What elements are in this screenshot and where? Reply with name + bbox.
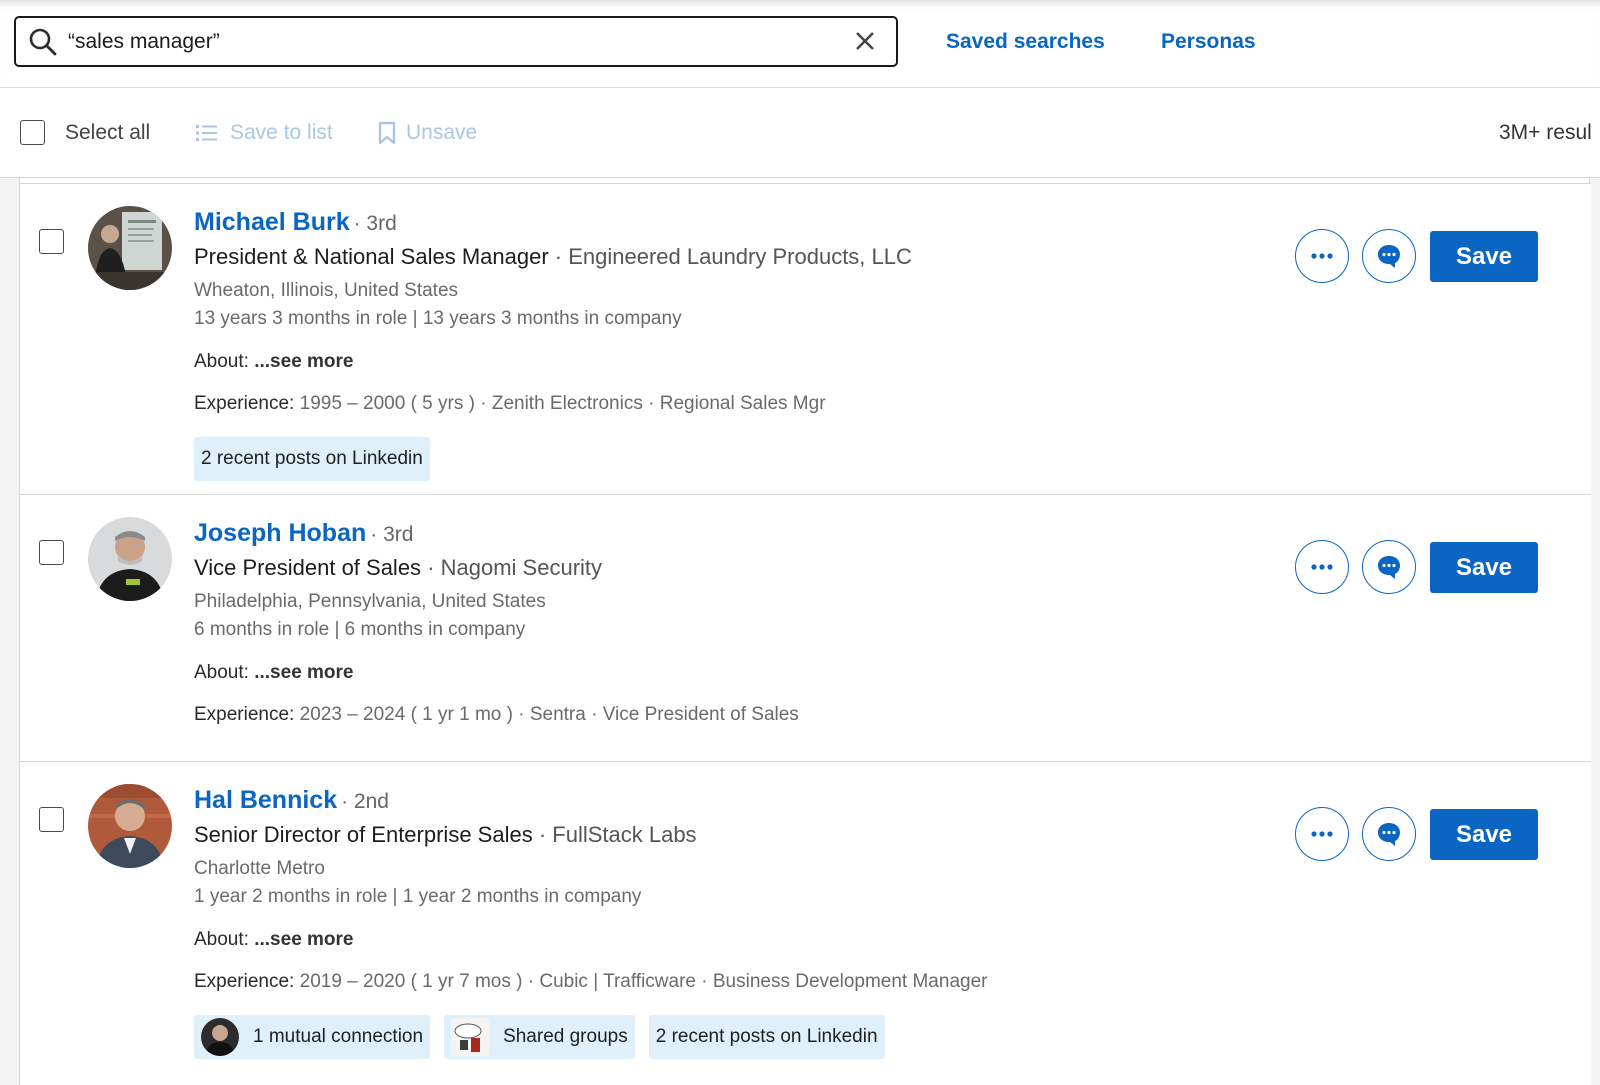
save-button[interactable]: Save <box>1430 542 1538 593</box>
connection-degree: · 3rd <box>353 212 397 235</box>
message-button[interactable] <box>1362 807 1416 861</box>
see-more-link[interactable]: ...see more <box>254 929 353 950</box>
shared-groups-chip[interactable]: Shared groups <box>444 1015 635 1059</box>
experience: Experience: 1995 – 2000 ( 5 yrs ) · Zeni… <box>194 393 826 415</box>
results-count: 3M+ resul <box>1499 121 1592 144</box>
bookmark-icon <box>378 121 396 145</box>
mutual-connection-chip[interactable]: 1 mutual connection <box>194 1015 431 1059</box>
experience-label: Experience: <box>194 393 295 414</box>
search-icon <box>29 28 57 56</box>
more-icon <box>1311 253 1333 259</box>
mutual-connection-avatar <box>201 1018 239 1056</box>
avatar[interactable] <box>88 784 172 868</box>
result-checkbox[interactable] <box>39 229 64 254</box>
company-name[interactable]: · FullStack Labs <box>539 822 697 847</box>
save-button[interactable]: Save <box>1430 231 1538 282</box>
saved-searches-link[interactable]: Saved searches <box>946 30 1105 54</box>
close-icon[interactable] <box>852 28 878 54</box>
about: About: ...see more <box>194 929 354 951</box>
job-title: Vice President of Sales <box>194 555 422 580</box>
location: Philadelphia, Pennsylvania, United State… <box>194 591 546 612</box>
message-icon <box>1378 556 1400 579</box>
see-more-link[interactable]: ...see more <box>254 351 353 372</box>
experience: Experience: 2019 – 2020 ( 1 yr 7 mos ) ·… <box>194 971 987 993</box>
top-bar: “sales manager” Saved searches Personas <box>0 0 1600 88</box>
results-list-area: Michael Burk · 3rd President & National S… <box>0 178 1600 1085</box>
about-label: About: <box>194 929 249 950</box>
profile-name[interactable]: Michael Burk <box>194 208 350 236</box>
more-icon <box>1311 831 1333 837</box>
bulk-action-bar: Select all Save to list Unsave 3M+ resul <box>0 88 1600 178</box>
personas-link[interactable]: Personas <box>1161 30 1256 54</box>
more-actions-button[interactable] <box>1295 229 1349 283</box>
message-button[interactable] <box>1362 540 1416 594</box>
message-button[interactable] <box>1362 229 1416 283</box>
experience-detail: 1995 – 2000 ( 5 yrs ) · Zenith Electroni… <box>299 393 826 414</box>
experience-label: Experience: <box>194 971 295 992</box>
result-card: Joseph Hoban · 3rd Vice President of Sale… <box>20 494 1591 762</box>
more-actions-button[interactable] <box>1295 807 1349 861</box>
profile-name[interactable]: Joseph Hoban <box>194 519 366 547</box>
more-actions-button[interactable] <box>1295 540 1349 594</box>
name-line: Joseph Hoban · 3rd <box>194 519 413 548</box>
about: About: ...see more <box>194 662 354 684</box>
avatar[interactable] <box>88 517 172 601</box>
insight-chips: 2 recent posts on Linkedin <box>194 437 430 481</box>
save-to-list-label: Save to list <box>230 121 333 144</box>
connection-degree: · 3rd <box>370 523 414 546</box>
mutual-connection-label: 1 mutual connection <box>253 1026 424 1047</box>
about-label: About: <box>194 351 249 372</box>
group-logo <box>451 1018 490 1056</box>
profile-name[interactable]: Hal Bennick <box>194 786 337 814</box>
location: Charlotte Metro <box>194 858 325 879</box>
experience-detail: 2019 – 2020 ( 1 yr 7 mos ) · Cubic | Tra… <box>299 971 988 992</box>
save-button[interactable]: Save <box>1430 809 1538 860</box>
name-line: Hal Bennick · 2nd <box>194 786 389 815</box>
shared-groups-label: Shared groups <box>503 1026 628 1047</box>
recent-posts-chip[interactable]: 2 recent posts on Linkedin <box>194 437 430 481</box>
select-all-label[interactable]: Select all <box>65 121 150 145</box>
about: About: ...see more <box>194 351 354 373</box>
company-name[interactable]: · Nagomi Security <box>427 555 602 580</box>
headline: President & National Sales Manager · Eng… <box>194 244 912 270</box>
select-all-checkbox[interactable] <box>20 120 45 145</box>
result-checkbox[interactable] <box>39 540 64 565</box>
experience-label: Experience: <box>194 704 295 725</box>
unsave-button[interactable]: Unsave <box>378 121 477 145</box>
list-icon <box>196 125 217 141</box>
job-title: Senior Director of Enterprise Sales <box>194 822 533 847</box>
headline: Vice President of Sales · Nagomi Securit… <box>194 555 602 581</box>
experience-detail: 2023 – 2024 ( 1 yr 1 mo ) · Sentra · Vic… <box>299 704 799 725</box>
result-checkbox[interactable] <box>39 807 64 832</box>
search-query[interactable]: “sales manager” <box>68 30 220 54</box>
result-card: Hal Bennick · 2nd Senior Director of Ente… <box>20 761 1591 1085</box>
result-card: Michael Burk · 3rd President & National S… <box>20 183 1591 495</box>
message-icon <box>1378 823 1400 846</box>
tenure: 13 years 3 months in role | 13 years 3 m… <box>194 308 682 329</box>
connection-degree: · 2nd <box>341 790 389 813</box>
headline: Senior Director of Enterprise Sales · Fu… <box>194 822 697 848</box>
unsave-label: Unsave <box>406 121 478 144</box>
see-more-link[interactable]: ...see more <box>254 662 353 683</box>
experience: Experience: 2023 – 2024 ( 1 yr 1 mo ) · … <box>194 704 799 726</box>
message-icon <box>1378 245 1400 268</box>
tenure: 6 months in role | 6 months in company <box>194 619 526 640</box>
more-icon <box>1311 564 1333 570</box>
company-name[interactable]: · Engineered Laundry Products, LLC <box>555 244 912 269</box>
insight-chips: 1 mutual connection Shared groups 2 rece… <box>194 1015 885 1059</box>
about-label: About: <box>194 662 249 683</box>
tenure: 1 year 2 months in role | 1 year 2 month… <box>194 886 642 907</box>
location: Wheaton, Illinois, United States <box>194 280 459 301</box>
search-input[interactable]: “sales manager” <box>14 16 898 67</box>
recent-posts-chip[interactable]: 2 recent posts on Linkedin <box>648 1015 885 1059</box>
avatar[interactable] <box>88 206 172 290</box>
job-title: President & National Sales Manager <box>194 244 549 269</box>
results-list: Michael Burk · 3rd President & National S… <box>19 178 1591 1085</box>
name-line: Michael Burk · 3rd <box>194 208 397 237</box>
save-to-list-button[interactable]: Save to list <box>196 121 333 145</box>
